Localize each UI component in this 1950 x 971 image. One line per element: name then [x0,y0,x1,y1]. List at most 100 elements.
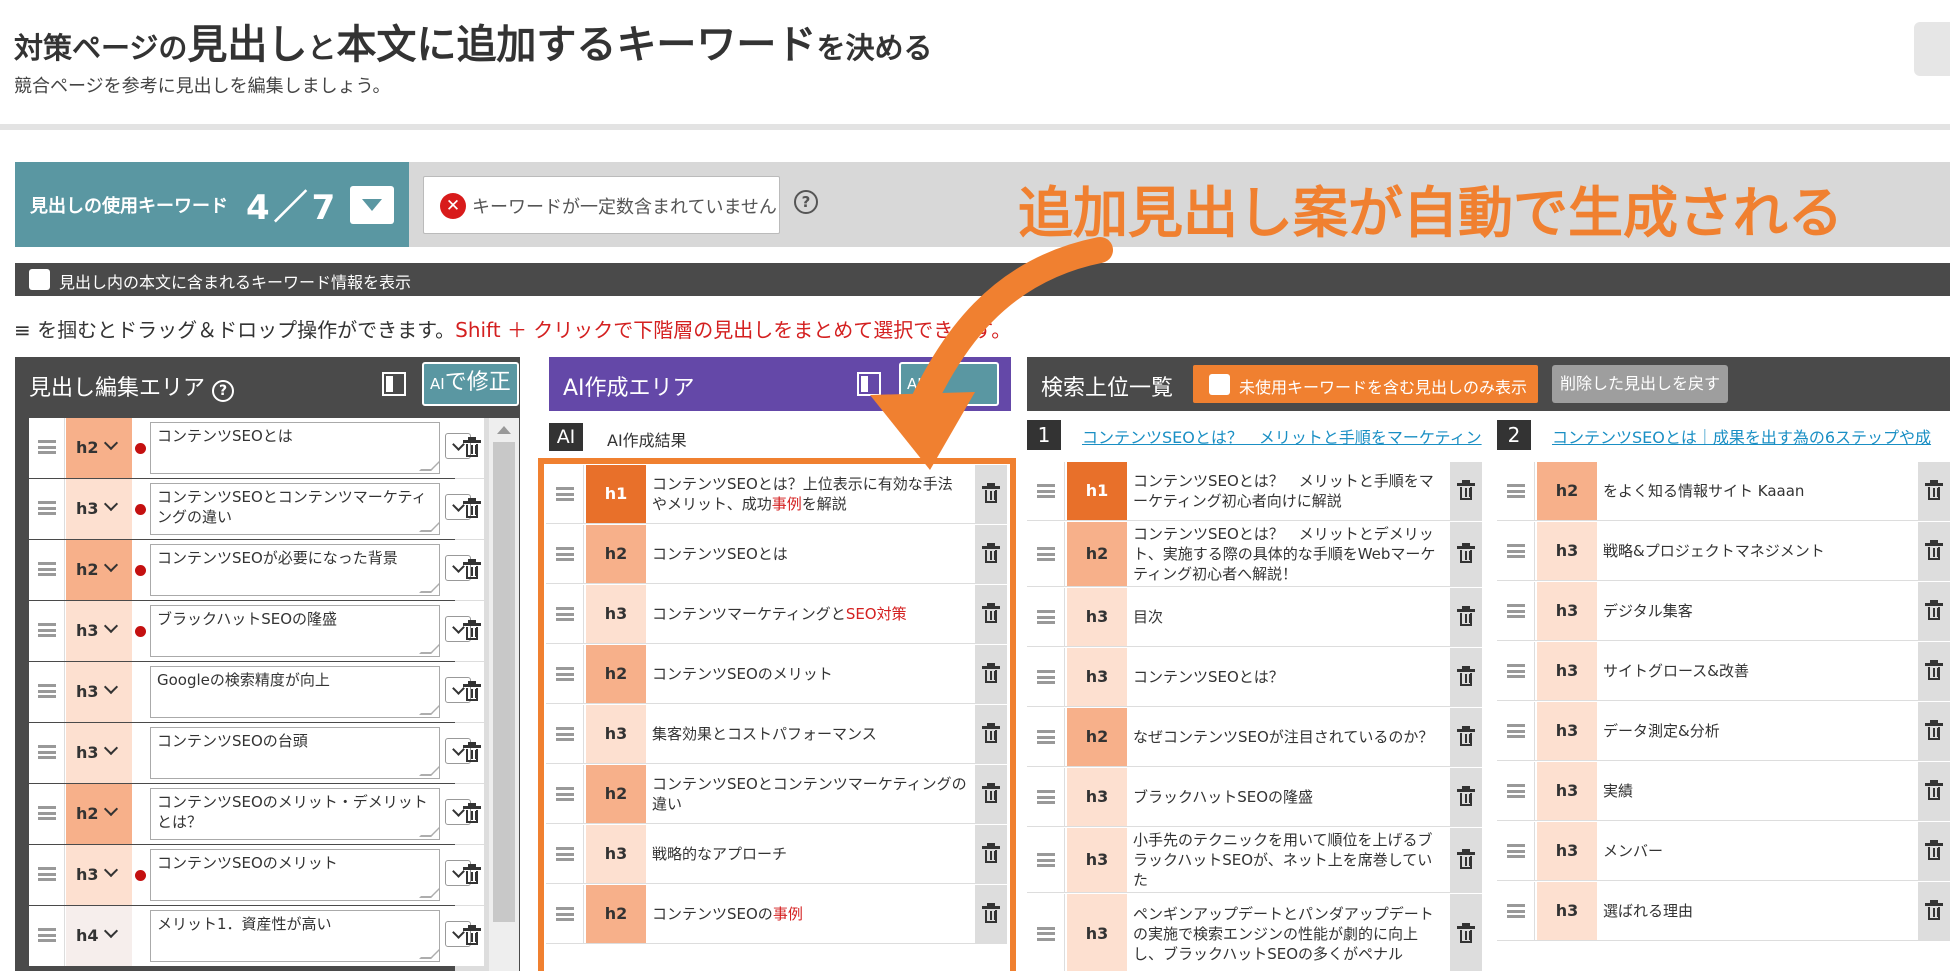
trash-icon[interactable] [463,803,481,823]
trash-column [1918,462,1950,520]
trash-lid [1457,606,1475,612]
drag-handle[interactable] [29,784,65,844]
heading-text-input[interactable]: メリット1．資産性が高い [150,910,440,962]
trash-column [1450,588,1482,646]
drag-handle[interactable] [29,662,65,722]
drag-handle[interactable] [1497,522,1535,580]
trash-icon[interactable] [1925,900,1943,920]
panel-toggle-icon[interactable] [382,372,406,396]
trash-icon[interactable] [1925,540,1943,560]
trash-icon[interactable] [1457,480,1475,500]
heading-level-select[interactable]: h2 [66,418,132,478]
trash-can [466,810,478,823]
heading-level: h3 [1537,522,1597,580]
restore-deleted-button[interactable]: 削除した見出しを戻す [1552,365,1728,403]
trash-icon[interactable] [463,620,481,640]
drag-handle[interactable] [1497,882,1535,940]
trash-icon[interactable] [1925,720,1943,740]
drag-handle[interactable] [29,540,65,600]
top-right-button[interactable] [1914,22,1950,76]
body-keyword-toggle-bar: 見出し内の本文に含まれるキーワード情報を表示 [15,263,1950,296]
ai-generate-button[interactable]: AI [899,362,999,406]
drag-handle[interactable] [1027,522,1065,586]
heading-level-select[interactable]: h3 [66,845,132,905]
drag-handle[interactable] [1027,648,1065,706]
heading-level-select[interactable]: h2 [66,540,132,600]
drag-handle[interactable] [1497,642,1535,700]
trash-icon[interactable] [1457,786,1475,806]
heading-level-select[interactable]: h3 [66,723,132,783]
drag-handle[interactable] [29,479,65,539]
heading-text-input[interactable]: コンテンツSEOのメリット・デメリットとは？ [150,788,440,840]
trash-icon[interactable] [463,681,481,701]
trash-icon[interactable] [1925,660,1943,680]
trash-icon[interactable] [463,742,481,762]
drag-handle[interactable] [1497,702,1535,760]
body-keyword-checkbox[interactable] [29,269,50,290]
drag-handle[interactable] [1027,462,1065,520]
heading-text-input[interactable]: コンテンツSEOとは [150,422,440,474]
heading-level: h3 [1537,642,1597,700]
scroll-up-arrow-icon[interactable] [497,426,511,434]
trash-icon[interactable] [1925,840,1943,860]
trash-icon[interactable] [1457,606,1475,626]
drag-handle[interactable] [1027,894,1065,971]
drag-handle[interactable] [29,906,65,966]
drag-handle[interactable] [1497,582,1535,640]
unused-keyword-filter[interactable]: 未使用キーワードを含む見出しのみ表示 [1193,365,1538,403]
drag-handle-icon [1037,484,1055,498]
keyword-dropdown-button[interactable] [350,186,394,224]
trash-icon[interactable] [1457,922,1475,943]
drag-handle-icon [1507,664,1525,678]
unused-keyword-checkbox[interactable] [1209,374,1230,395]
drag-handle[interactable] [1027,768,1065,826]
drag-handle[interactable] [1497,822,1535,880]
heading-level-select[interactable]: h3 [66,662,132,722]
trash-icon[interactable] [1457,849,1475,869]
help-icon[interactable]: ? [212,380,235,402]
ai-area-header: AI作成エリア AI [549,357,1011,411]
heading-text-input[interactable]: ブラックハットSEOの隆盛 [150,605,440,657]
rank-link[interactable]: コンテンツSEOとは？ メリットと手順をマーケティン [1082,424,1482,448]
trash-icon[interactable] [1457,666,1475,686]
trash-icon[interactable] [1457,726,1475,746]
heading-text-input[interactable]: コンテンツSEOのメリット [150,849,440,901]
heading-level-label: h3 [1555,661,1579,680]
heading-level-label: h3 [1085,607,1109,626]
scrollbar-thumb[interactable] [493,442,515,922]
drag-handle[interactable] [1027,828,1065,892]
drag-handle[interactable] [29,418,65,478]
drag-handle[interactable] [1497,762,1535,820]
rank-link[interactable]: コンテンツSEOとは｜成果を出す為の6ステップや成 [1552,424,1950,448]
trash-icon[interactable] [1457,543,1475,563]
drag-handle[interactable] [29,723,65,783]
trash-icon[interactable] [463,925,481,945]
trash-icon[interactable] [1925,780,1943,800]
heading-level: h2 [76,560,99,579]
panel-toggle-icon[interactable] [857,372,881,396]
trash-can [466,932,478,945]
drag-handle[interactable] [1027,588,1065,646]
heading-text-input[interactable]: コンテンツSEOとコンテンツマーケティングの違い [150,483,440,535]
heading-text-input[interactable]: コンテンツSEOの台頭 [150,727,440,779]
trash-icon[interactable] [1925,600,1943,620]
ai-fix-button[interactable]: AIで修正 [422,362,519,406]
heading-level-select[interactable]: h4 [66,906,132,966]
trash-icon[interactable] [463,498,481,518]
heading-text-input[interactable]: コンテンツSEOが必要になった背景 [150,544,440,596]
heading-text-input[interactable]: Googleの検索精度が向上 [150,666,440,718]
drag-handle[interactable] [29,845,65,905]
drag-handle[interactable] [29,601,65,661]
drag-handle[interactable] [1027,708,1065,766]
heading-level-select[interactable]: h3 [66,601,132,661]
heading-level-select[interactable]: h3 [66,479,132,539]
edit-row: h3 コンテンツSEOの台頭 [29,723,484,783]
drag-handle[interactable] [1497,462,1535,520]
heading-level-select[interactable]: h2 [66,784,132,844]
help-icon[interactable]: ? [794,190,818,214]
trash-icon[interactable] [463,559,481,579]
trash-icon[interactable] [463,437,481,457]
trash-icon[interactable] [1925,480,1943,500]
trash-icon[interactable] [463,864,481,884]
search-top-header: 検索上位一覧 未使用キーワードを含む見出しのみ表示 削除した見出しを戻す [1027,357,1950,411]
